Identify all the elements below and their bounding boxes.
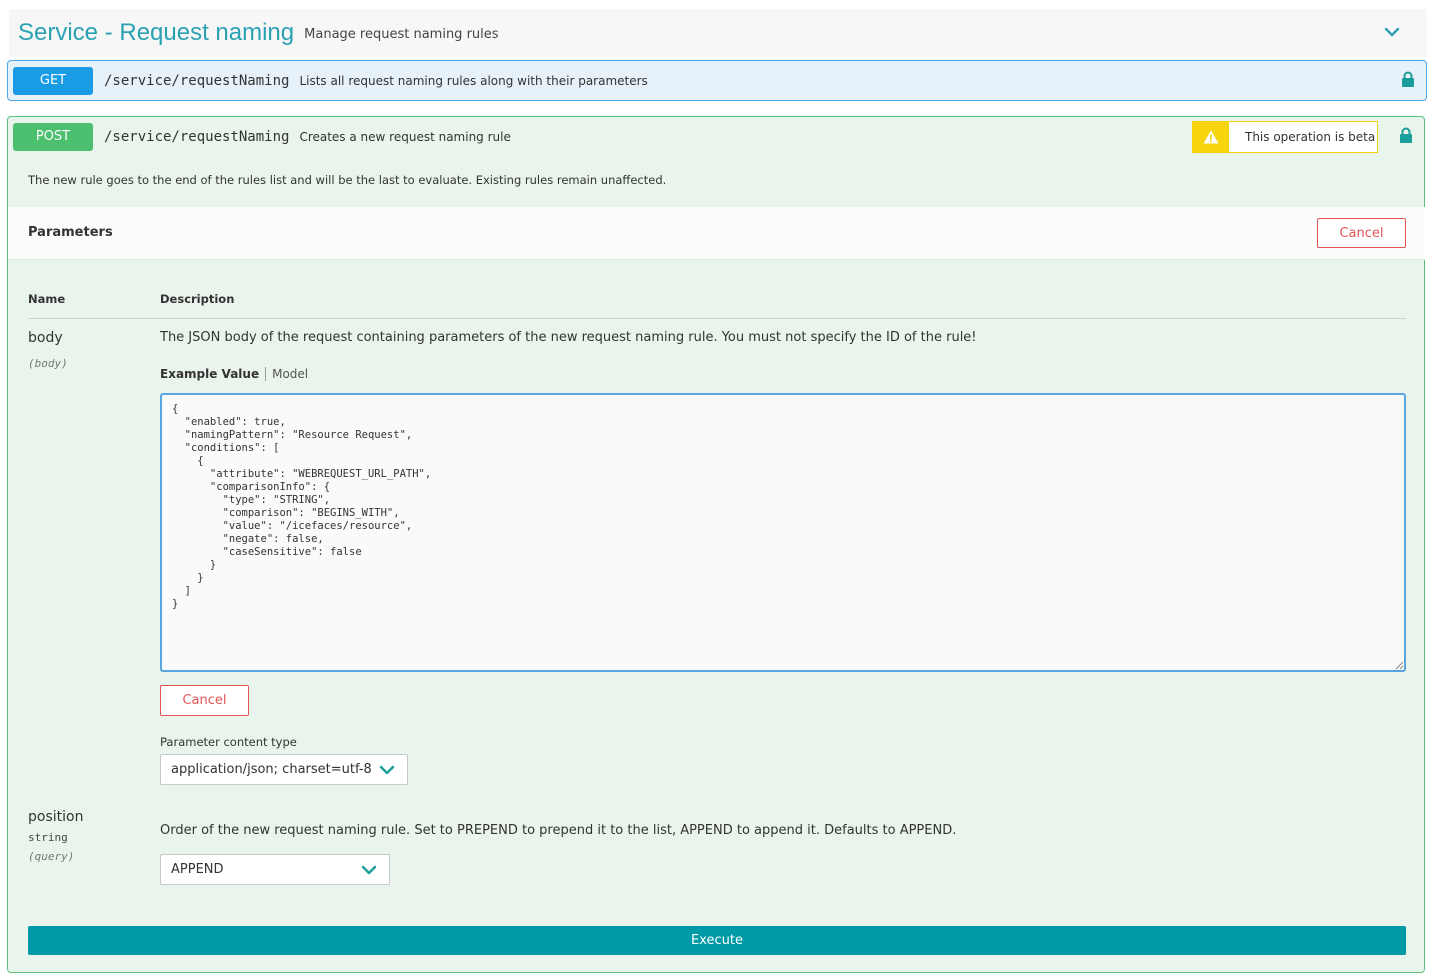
warning-icon [1203, 130, 1219, 144]
header-divider [28, 318, 1406, 319]
try-out-cancel-button[interactable]: Cancel [1317, 218, 1406, 248]
position-param-name: position [28, 809, 84, 825]
chevron-down-icon [379, 765, 395, 775]
resize-handle-icon[interactable] [1394, 660, 1404, 670]
get-operation[interactable]: GET /service/requestNaming Lists all req… [7, 60, 1427, 101]
tab-separator [265, 367, 267, 381]
execute-button[interactable]: Execute [28, 926, 1406, 955]
body-param-in: (body) [28, 357, 68, 370]
position-select[interactable]: APPEND [160, 854, 390, 885]
beta-label: This operation is beta [1245, 130, 1376, 144]
lock-icon[interactable] [1399, 127, 1413, 144]
body-param-name: body [28, 330, 63, 346]
position-value: APPEND [171, 862, 224, 877]
body-json-editor[interactable]: { "enabled": true, "namingPattern": "Res… [160, 393, 1406, 672]
body-param-description: The JSON body of the request containing … [160, 330, 977, 345]
tab-example-value[interactable]: Example Value [160, 367, 259, 381]
name-column-header: Name [28, 292, 66, 306]
chevron-down-icon[interactable] [1383, 25, 1401, 39]
get-operation-path: /service/requestNaming [104, 72, 290, 89]
section-header[interactable]: Service - Request naming Manage request … [9, 9, 1427, 57]
lock-icon[interactable] [1401, 71, 1415, 88]
chevron-down-icon [361, 865, 377, 875]
parameters-header: Parameters Cancel [8, 207, 1425, 260]
position-param-description: Order of the new request naming rule. Se… [160, 823, 957, 838]
warning-icon-wrap [1193, 122, 1229, 152]
description-column-header: Description [160, 292, 235, 306]
parameters-title: Parameters [28, 225, 113, 240]
post-operation: POST /service/requestNaming Creates a ne… [7, 116, 1425, 973]
post-operation-description: Creates a new request naming rule [299, 129, 511, 144]
body-tabs: Example Value Model [160, 367, 308, 381]
section-title: Service - Request naming [18, 19, 295, 46]
get-operation-summary[interactable]: GET /service/requestNaming Lists all req… [8, 61, 1426, 100]
operation-long-description: The new rule goes to the end of the rule… [28, 173, 667, 187]
body-cancel-button[interactable]: Cancel [160, 685, 249, 716]
position-param-type: string [28, 831, 68, 844]
get-operation-description: Lists all request naming rules along wit… [299, 73, 648, 88]
section-subtitle: Manage request naming rules [304, 27, 499, 42]
post-operation-path: /service/requestNaming [104, 128, 290, 145]
content-type-value: application/json; charset=utf-8 [171, 762, 372, 777]
tab-model[interactable]: Model [272, 367, 308, 381]
content-type-label: Parameter content type [160, 735, 297, 749]
content-type-select[interactable]: application/json; charset=utf-8 [160, 754, 408, 785]
position-param-in: (query) [28, 850, 75, 863]
post-method-badge: POST [13, 122, 93, 151]
get-method-badge: GET [13, 66, 93, 95]
beta-notice: This operation is beta [1192, 121, 1378, 153]
